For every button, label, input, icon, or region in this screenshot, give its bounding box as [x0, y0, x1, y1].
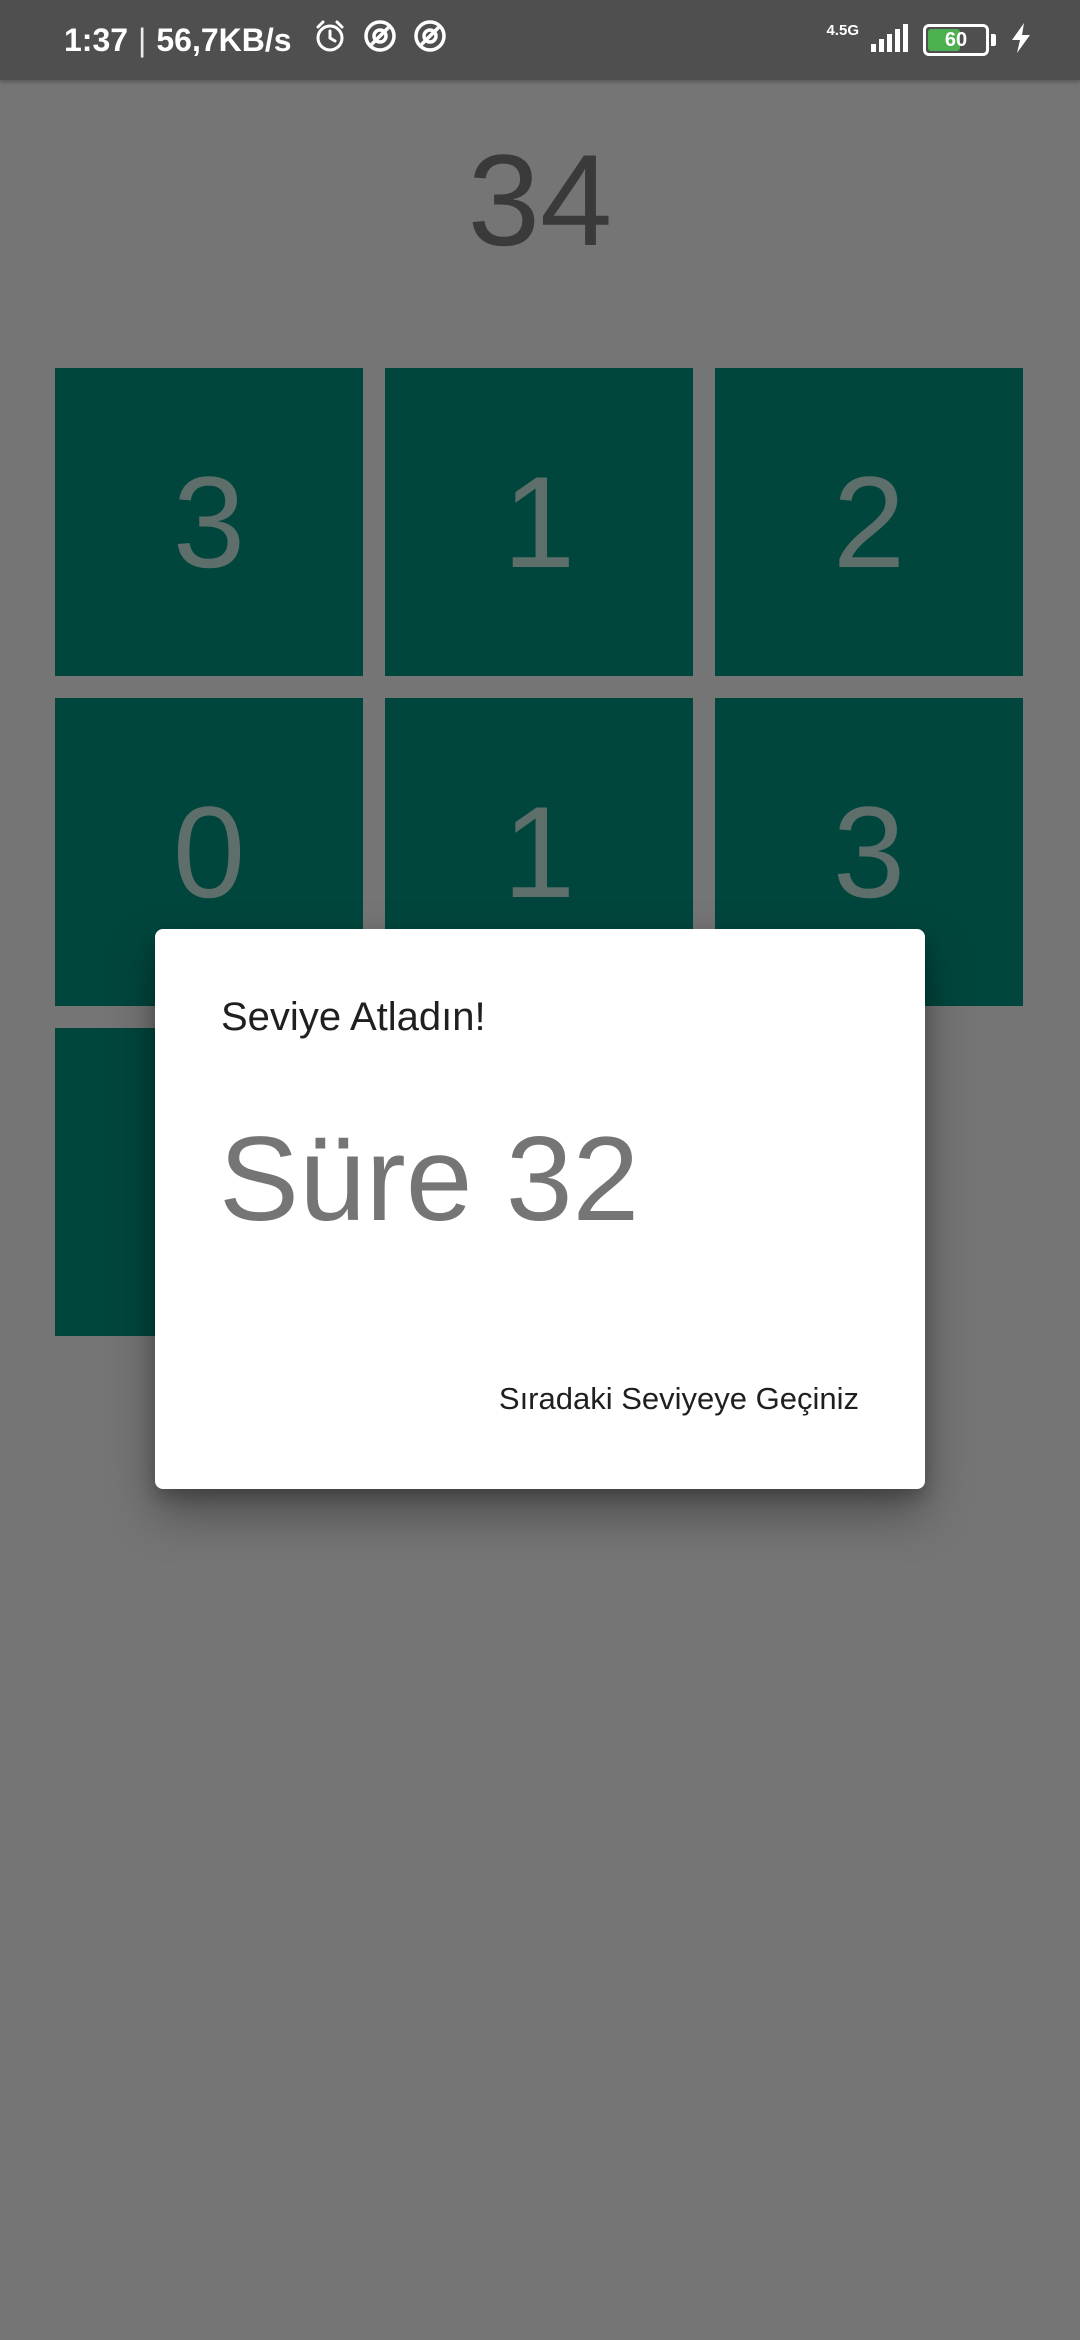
- network-speed: 56,7KB/s: [156, 21, 292, 58]
- score-display: 34: [467, 127, 613, 273]
- tile[interactable]: 1: [385, 368, 693, 676]
- battery-level: 60: [944, 28, 968, 51]
- status-bar: 1:37 | 56,7KB/s 4.5G 60: [0, 0, 1080, 80]
- battery-icon: 60: [923, 24, 989, 56]
- bolt-icon: [1010, 22, 1032, 59]
- status-right-group: 4.5G 60: [826, 0, 1032, 80]
- battery-cap: [991, 34, 996, 46]
- elapsed-time-label: Süre 32: [219, 1112, 640, 1246]
- level-up-dialog: Seviye Atladın! Süre 32 Sıradaki Seviyey…: [155, 929, 925, 1489]
- status-separator: |: [138, 21, 147, 58]
- alarm-icon: [312, 18, 348, 62]
- status-icons-left: [312, 18, 448, 62]
- network-type-label: 4.5G: [826, 21, 859, 39]
- signal-icon: [869, 22, 909, 59]
- sync-icon: [362, 18, 398, 62]
- next-level-button[interactable]: Sıradaki Seviyeye Geçiniz: [499, 1381, 859, 1417]
- dialog-title: Seviye Atladın!: [221, 995, 486, 1039]
- tile[interactable]: 2: [715, 368, 1023, 676]
- sync-icon: [412, 18, 448, 62]
- tile[interactable]: 3: [55, 368, 363, 676]
- status-left-group: 1:37 | 56,7KB/s: [64, 0, 448, 80]
- status-time: 1:37: [64, 21, 129, 58]
